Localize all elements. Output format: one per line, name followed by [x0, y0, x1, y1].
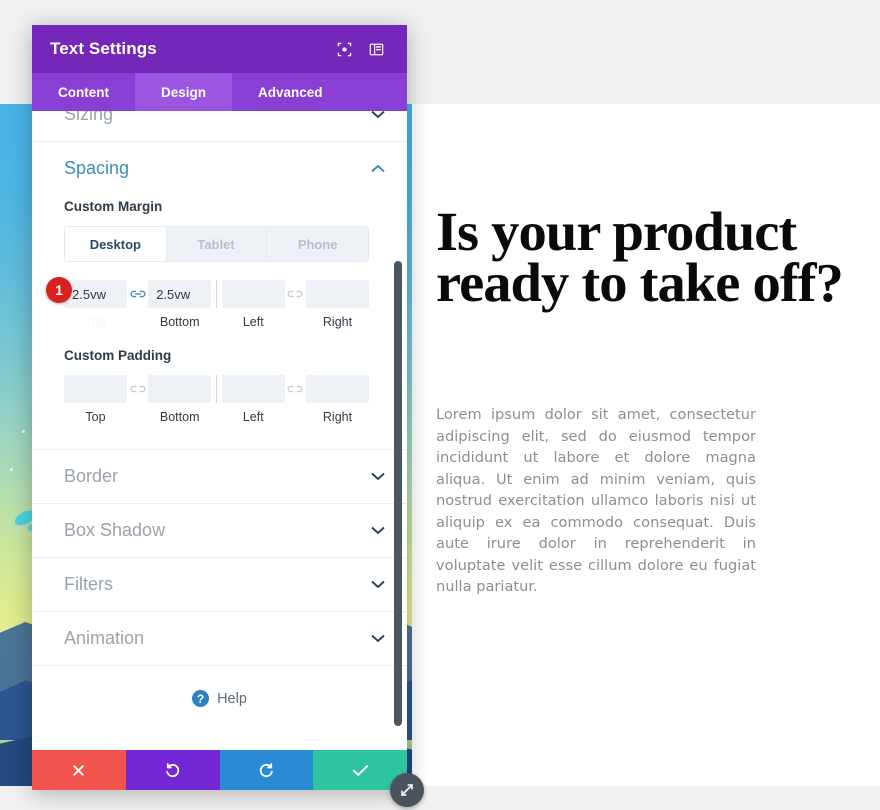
section-header-box-shadow[interactable]: Box Shadow [32, 503, 407, 557]
tab-content[interactable]: Content [32, 73, 135, 111]
broken-chain-icon [287, 385, 303, 393]
section-header-animation[interactable]: Animation [32, 611, 407, 665]
padding-bottom-caption: Bottom [159, 410, 200, 424]
spacing-section-body: Custom Margin Desktop Tablet Phone 1 Top [32, 199, 407, 449]
margin-lr-link-toggle[interactable] [285, 280, 306, 308]
section-header-border[interactable]: Border [32, 449, 407, 503]
custom-margin-label: Custom Margin [64, 199, 163, 214]
redo-icon [259, 762, 273, 777]
modal-resize-handle[interactable] [390, 773, 424, 807]
margin-device-toggle: Desktop Tablet Phone [64, 226, 369, 262]
undo-icon [166, 762, 180, 777]
padding-top-caption: Top [85, 410, 106, 424]
custom-padding-label: Custom Padding [64, 348, 172, 363]
chevron-down-icon [371, 470, 385, 483]
chevron-down-icon [371, 111, 385, 121]
margin-top-cell: Top [64, 280, 127, 330]
padding-left-cell: Left [221, 375, 285, 425]
broken-chain-icon [287, 290, 303, 298]
margin-left-cell: Left [221, 280, 285, 330]
help-button[interactable]: ? Help [32, 665, 407, 731]
padding-right-input[interactable] [306, 375, 369, 403]
help-question-icon: ? [192, 690, 210, 707]
section-header-spacing[interactable]: Spacing [32, 141, 407, 195]
chevron-down-icon [371, 632, 385, 645]
help-label: Help [217, 690, 247, 707]
padding-lr-link-toggle[interactable] [285, 375, 306, 403]
tab-design[interactable]: Design [135, 73, 233, 111]
page-content-panel: Is your product ready to take off? Lorem… [412, 104, 880, 786]
padding-inputs-row: Top Bottom Left Right [64, 375, 369, 425]
padding-top-cell: Top [64, 375, 127, 425]
margin-left-input[interactable] [221, 280, 285, 308]
padding-bottom-input[interactable] [148, 375, 212, 403]
broken-chain-icon [130, 385, 146, 393]
padding-left-input[interactable] [221, 375, 285, 403]
panel-layout-icon[interactable] [363, 36, 389, 62]
step-badge-1: 1 [46, 277, 72, 303]
device-tablet[interactable]: Tablet [166, 227, 268, 261]
screen: Is your product ready to take off? Lorem… [0, 0, 880, 810]
modal-tabs: Content Design Advanced [32, 73, 407, 111]
device-phone[interactable]: Phone [267, 227, 368, 261]
modal-footer [32, 750, 424, 807]
margin-right-cell: Right [306, 280, 369, 330]
resize-diagonal-icon [401, 784, 413, 796]
modal-scroll-area: Sizing Spacing Custom Margin Desktop Tab… [32, 111, 407, 750]
undo-button[interactable] [125, 750, 220, 790]
focus-target-icon[interactable] [331, 36, 357, 62]
margin-inputs-row: 1 Top [46, 277, 369, 330]
modal-header: Text Settings [32, 25, 407, 73]
padding-divider [211, 375, 222, 403]
section-header-filters[interactable]: Filters [32, 557, 407, 611]
section-header-sizing[interactable]: Sizing [32, 111, 407, 141]
modal-title: Text Settings [50, 39, 157, 58]
section-label-sizing: Sizing [64, 111, 114, 124]
padding-bottom-cell: Bottom [148, 375, 212, 425]
page-body-text: Lorem ipsum dolor sit amet, consectetur … [436, 406, 756, 595]
margin-top-caption: Top [85, 315, 106, 329]
margin-divider [211, 280, 222, 308]
page-heading: Is your product ready to take off? [436, 201, 844, 313]
text-settings-modal: Text Settings Content Design Advanced Si… [32, 25, 424, 807]
section-label-spacing: Spacing [64, 158, 130, 178]
margin-right-input[interactable] [306, 280, 369, 308]
section-label-filters: Filters [64, 574, 113, 594]
margin-top-input[interactable] [64, 280, 127, 308]
star-icon [10, 468, 13, 471]
chevron-down-icon [371, 578, 385, 591]
chevron-up-icon [371, 162, 385, 175]
linked-chain-icon [130, 290, 146, 298]
margin-bottom-cell: Bottom [148, 280, 212, 330]
margin-bottom-input[interactable] [148, 280, 212, 308]
padding-right-cell: Right [306, 375, 369, 425]
padding-top-input[interactable] [64, 375, 127, 403]
star-icon [22, 430, 25, 433]
close-icon [73, 764, 85, 776]
margin-link-toggle[interactable] [127, 280, 148, 308]
padding-left-caption: Left [242, 410, 264, 424]
section-label-border: Border [64, 466, 119, 486]
margin-bottom-caption: Bottom [159, 315, 200, 329]
section-label-animation: Animation [64, 628, 145, 648]
padding-tb-link-toggle[interactable] [127, 375, 148, 403]
padding-right-caption: Right [322, 410, 353, 424]
discard-button[interactable] [32, 750, 126, 790]
check-icon [352, 764, 368, 776]
margin-left-caption: Left [242, 315, 264, 329]
redo-button[interactable] [219, 750, 314, 790]
device-desktop[interactable]: Desktop [65, 227, 167, 261]
modal-scrollbar[interactable] [394, 261, 402, 726]
section-label-box-shadow: Box Shadow [64, 520, 166, 540]
chevron-down-icon [371, 524, 385, 537]
margin-right-caption: Right [322, 315, 353, 329]
tab-advanced[interactable]: Advanced [232, 73, 349, 111]
